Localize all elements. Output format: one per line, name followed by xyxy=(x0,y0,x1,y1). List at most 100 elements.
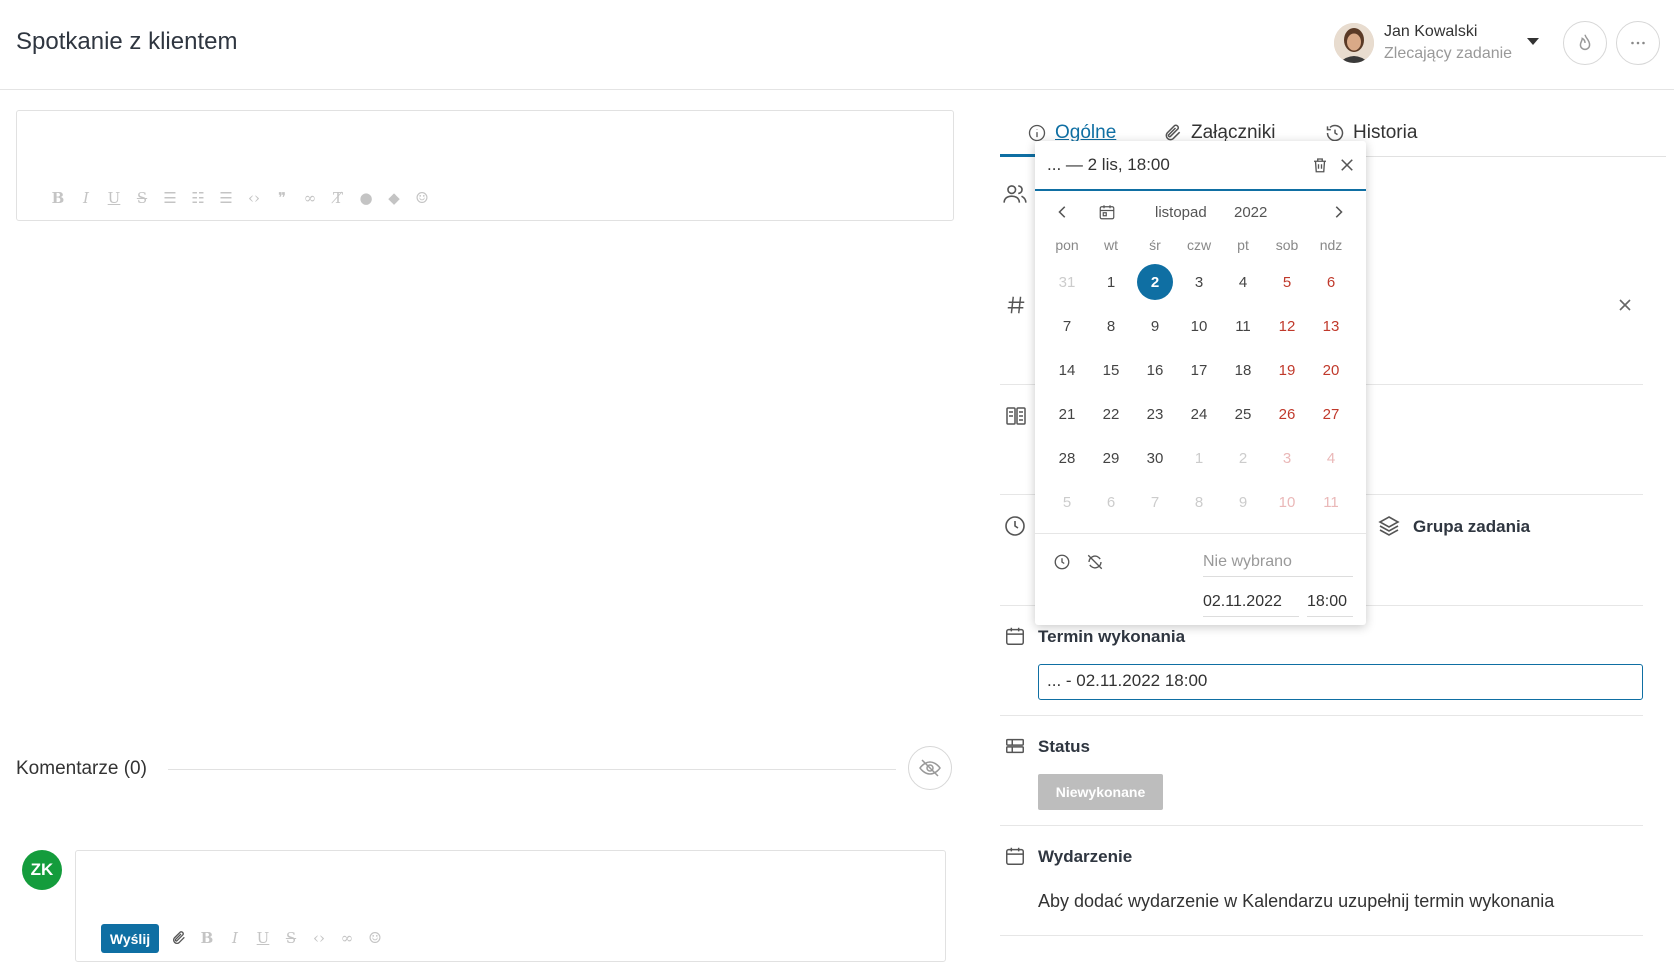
calendar-day[interactable]: 24 xyxy=(1177,396,1221,432)
event-label: Wydarzenie xyxy=(1038,847,1133,866)
calendar-day[interactable]: 25 xyxy=(1221,396,1265,432)
link-icon[interactable]: ∞ xyxy=(301,189,319,207)
link-icon[interactable]: ∞ xyxy=(338,929,356,947)
bullet-list-icon[interactable]: ☰ xyxy=(161,189,179,207)
calendar-day[interactable]: 17 xyxy=(1177,352,1221,388)
calendar-day[interactable]: 15 xyxy=(1089,352,1133,388)
calendar-day[interactable]: 30 xyxy=(1133,440,1177,476)
bold-icon[interactable]: B xyxy=(198,929,216,947)
clear-format-icon[interactable]: T̸ xyxy=(329,189,347,207)
calendar-day[interactable]: 14 xyxy=(1045,352,1089,388)
calendar-day[interactable]: 20 xyxy=(1309,352,1353,388)
calendar-day[interactable]: 5 xyxy=(1265,264,1309,300)
chevron-right-icon[interactable] xyxy=(1331,205,1345,219)
calendar-day[interactable]: 10 xyxy=(1177,308,1221,344)
clock-icon[interactable] xyxy=(1053,553,1071,571)
calendar-day-selected[interactable]: 2 xyxy=(1133,264,1177,300)
calendar-day-label: 4 xyxy=(1238,273,1248,291)
emoji-icon[interactable]: ☺ xyxy=(413,189,431,207)
calendar-day[interactable]: 7 xyxy=(1045,308,1089,344)
chevron-down-icon[interactable] xyxy=(1527,38,1539,45)
strikethrough-icon[interactable]: S xyxy=(133,189,151,207)
calendar-day[interactable]: 13 xyxy=(1309,308,1353,344)
code-icon[interactable]: ‹› xyxy=(310,929,328,947)
calendar-day[interactable]: 10 xyxy=(1265,484,1309,520)
end-date-field[interactable]: 02.11.2022 xyxy=(1203,593,1299,617)
calendar-day[interactable]: 6 xyxy=(1089,484,1133,520)
calendar-day[interactable]: 1 xyxy=(1089,264,1133,300)
calendar-day[interactable]: 28 xyxy=(1045,440,1089,476)
paperclip-icon[interactable] xyxy=(170,929,188,947)
calendar-icon xyxy=(1006,847,1024,865)
avatar[interactable] xyxy=(1334,23,1374,63)
layers-icon xyxy=(1378,516,1400,536)
calendar-day[interactable]: 26 xyxy=(1265,396,1309,432)
calendar-day[interactable]: 11 xyxy=(1221,308,1265,344)
send-button[interactable]: Wyślij xyxy=(101,924,159,953)
calendar-day[interactable]: 3 xyxy=(1177,264,1221,300)
calendar-day-label: 10 xyxy=(1278,493,1296,511)
calendar-day[interactable]: 22 xyxy=(1089,396,1133,432)
start-date-field[interactable]: Nie wybrano xyxy=(1203,553,1353,577)
calendar-day[interactable]: 23 xyxy=(1133,396,1177,432)
calendar-day-label: 7 xyxy=(1062,317,1072,335)
quote-icon[interactable]: ❞ xyxy=(273,189,291,207)
calendar-day[interactable]: 29 xyxy=(1089,440,1133,476)
calendar-day[interactable]: 6 xyxy=(1309,264,1353,300)
calendar-day[interactable]: 9 xyxy=(1221,484,1265,520)
calendar-day-label: 30 xyxy=(1146,449,1164,467)
no-repeat-icon[interactable] xyxy=(1085,553,1105,571)
calendar-day[interactable]: 5 xyxy=(1045,484,1089,520)
calendar-day[interactable]: 31 xyxy=(1045,264,1089,300)
more-options-button[interactable] xyxy=(1616,21,1660,65)
calendar-day[interactable]: 8 xyxy=(1177,484,1221,520)
close-icon[interactable] xyxy=(1340,158,1354,172)
user-name: Jan Kowalski xyxy=(1384,23,1478,40)
text-color-icon[interactable]: ● xyxy=(357,189,375,207)
calendar-day[interactable]: 2 xyxy=(1221,440,1265,476)
calendar-day[interactable]: 18 xyxy=(1221,352,1265,388)
emoji-icon[interactable]: ☺ xyxy=(366,929,384,947)
calendar-day[interactable]: 3 xyxy=(1265,440,1309,476)
calendar-day[interactable]: 8 xyxy=(1089,308,1133,344)
calendar-day[interactable]: 19 xyxy=(1265,352,1309,388)
calendar-day-label: 5 xyxy=(1062,493,1072,511)
underline-icon[interactable]: U xyxy=(254,929,272,947)
status-label: Status xyxy=(1038,737,1090,756)
priority-button[interactable] xyxy=(1563,21,1607,65)
weekday-label: sob xyxy=(1275,237,1299,253)
date-picker-popup: ... — 2 lis, 18:00 listopad 2022 pon wt … xyxy=(1035,141,1366,625)
calendar-day[interactable]: 4 xyxy=(1309,440,1353,476)
code-icon[interactable]: ‹› xyxy=(245,189,263,207)
calendar-day[interactable]: 4 xyxy=(1221,264,1265,300)
bold-icon[interactable]: B xyxy=(49,189,67,207)
highlight-icon[interactable]: ◆ xyxy=(385,189,403,207)
italic-icon[interactable]: I xyxy=(77,189,95,207)
hide-comments-button[interactable] xyxy=(908,746,952,790)
close-icon[interactable] xyxy=(1617,297,1633,313)
year-label[interactable]: 2022 xyxy=(1234,204,1267,221)
trash-icon[interactable] xyxy=(1311,156,1329,174)
strikethrough-icon[interactable]: S xyxy=(282,929,300,947)
italic-icon[interactable]: I xyxy=(226,929,244,947)
calendar-day[interactable]: 7 xyxy=(1133,484,1177,520)
calendar-day-label: 26 xyxy=(1278,405,1296,423)
calendar-day[interactable]: 11 xyxy=(1309,484,1353,520)
chevron-left-icon[interactable] xyxy=(1056,205,1070,219)
status-badge[interactable]: Niewykonane xyxy=(1038,774,1163,810)
underline-icon[interactable]: U xyxy=(105,189,123,207)
calendar-day[interactable]: 27 xyxy=(1309,396,1353,432)
description-editor[interactable]: B I U S ☰ ☷ ☰ ‹› ❞ ∞ T̸ ● ◆ ☺ xyxy=(16,110,954,221)
numbered-list-icon[interactable]: ☷ xyxy=(189,189,207,207)
calendar-day-label: 14 xyxy=(1058,361,1076,379)
calendar-day[interactable]: 21 xyxy=(1045,396,1089,432)
calendar-day[interactable]: 9 xyxy=(1133,308,1177,344)
month-label[interactable]: listopad xyxy=(1155,204,1207,221)
calendar-today-icon[interactable] xyxy=(1098,203,1116,221)
end-time-field[interactable]: 18:00 xyxy=(1307,593,1353,617)
calendar-day[interactable]: 16 xyxy=(1133,352,1177,388)
calendar-day[interactable]: 12 xyxy=(1265,308,1309,344)
checklist-icon[interactable]: ☰ xyxy=(217,189,235,207)
deadline-input[interactable]: ... - 02.11.2022 18:00 xyxy=(1038,664,1643,700)
calendar-day[interactable]: 1 xyxy=(1177,440,1221,476)
